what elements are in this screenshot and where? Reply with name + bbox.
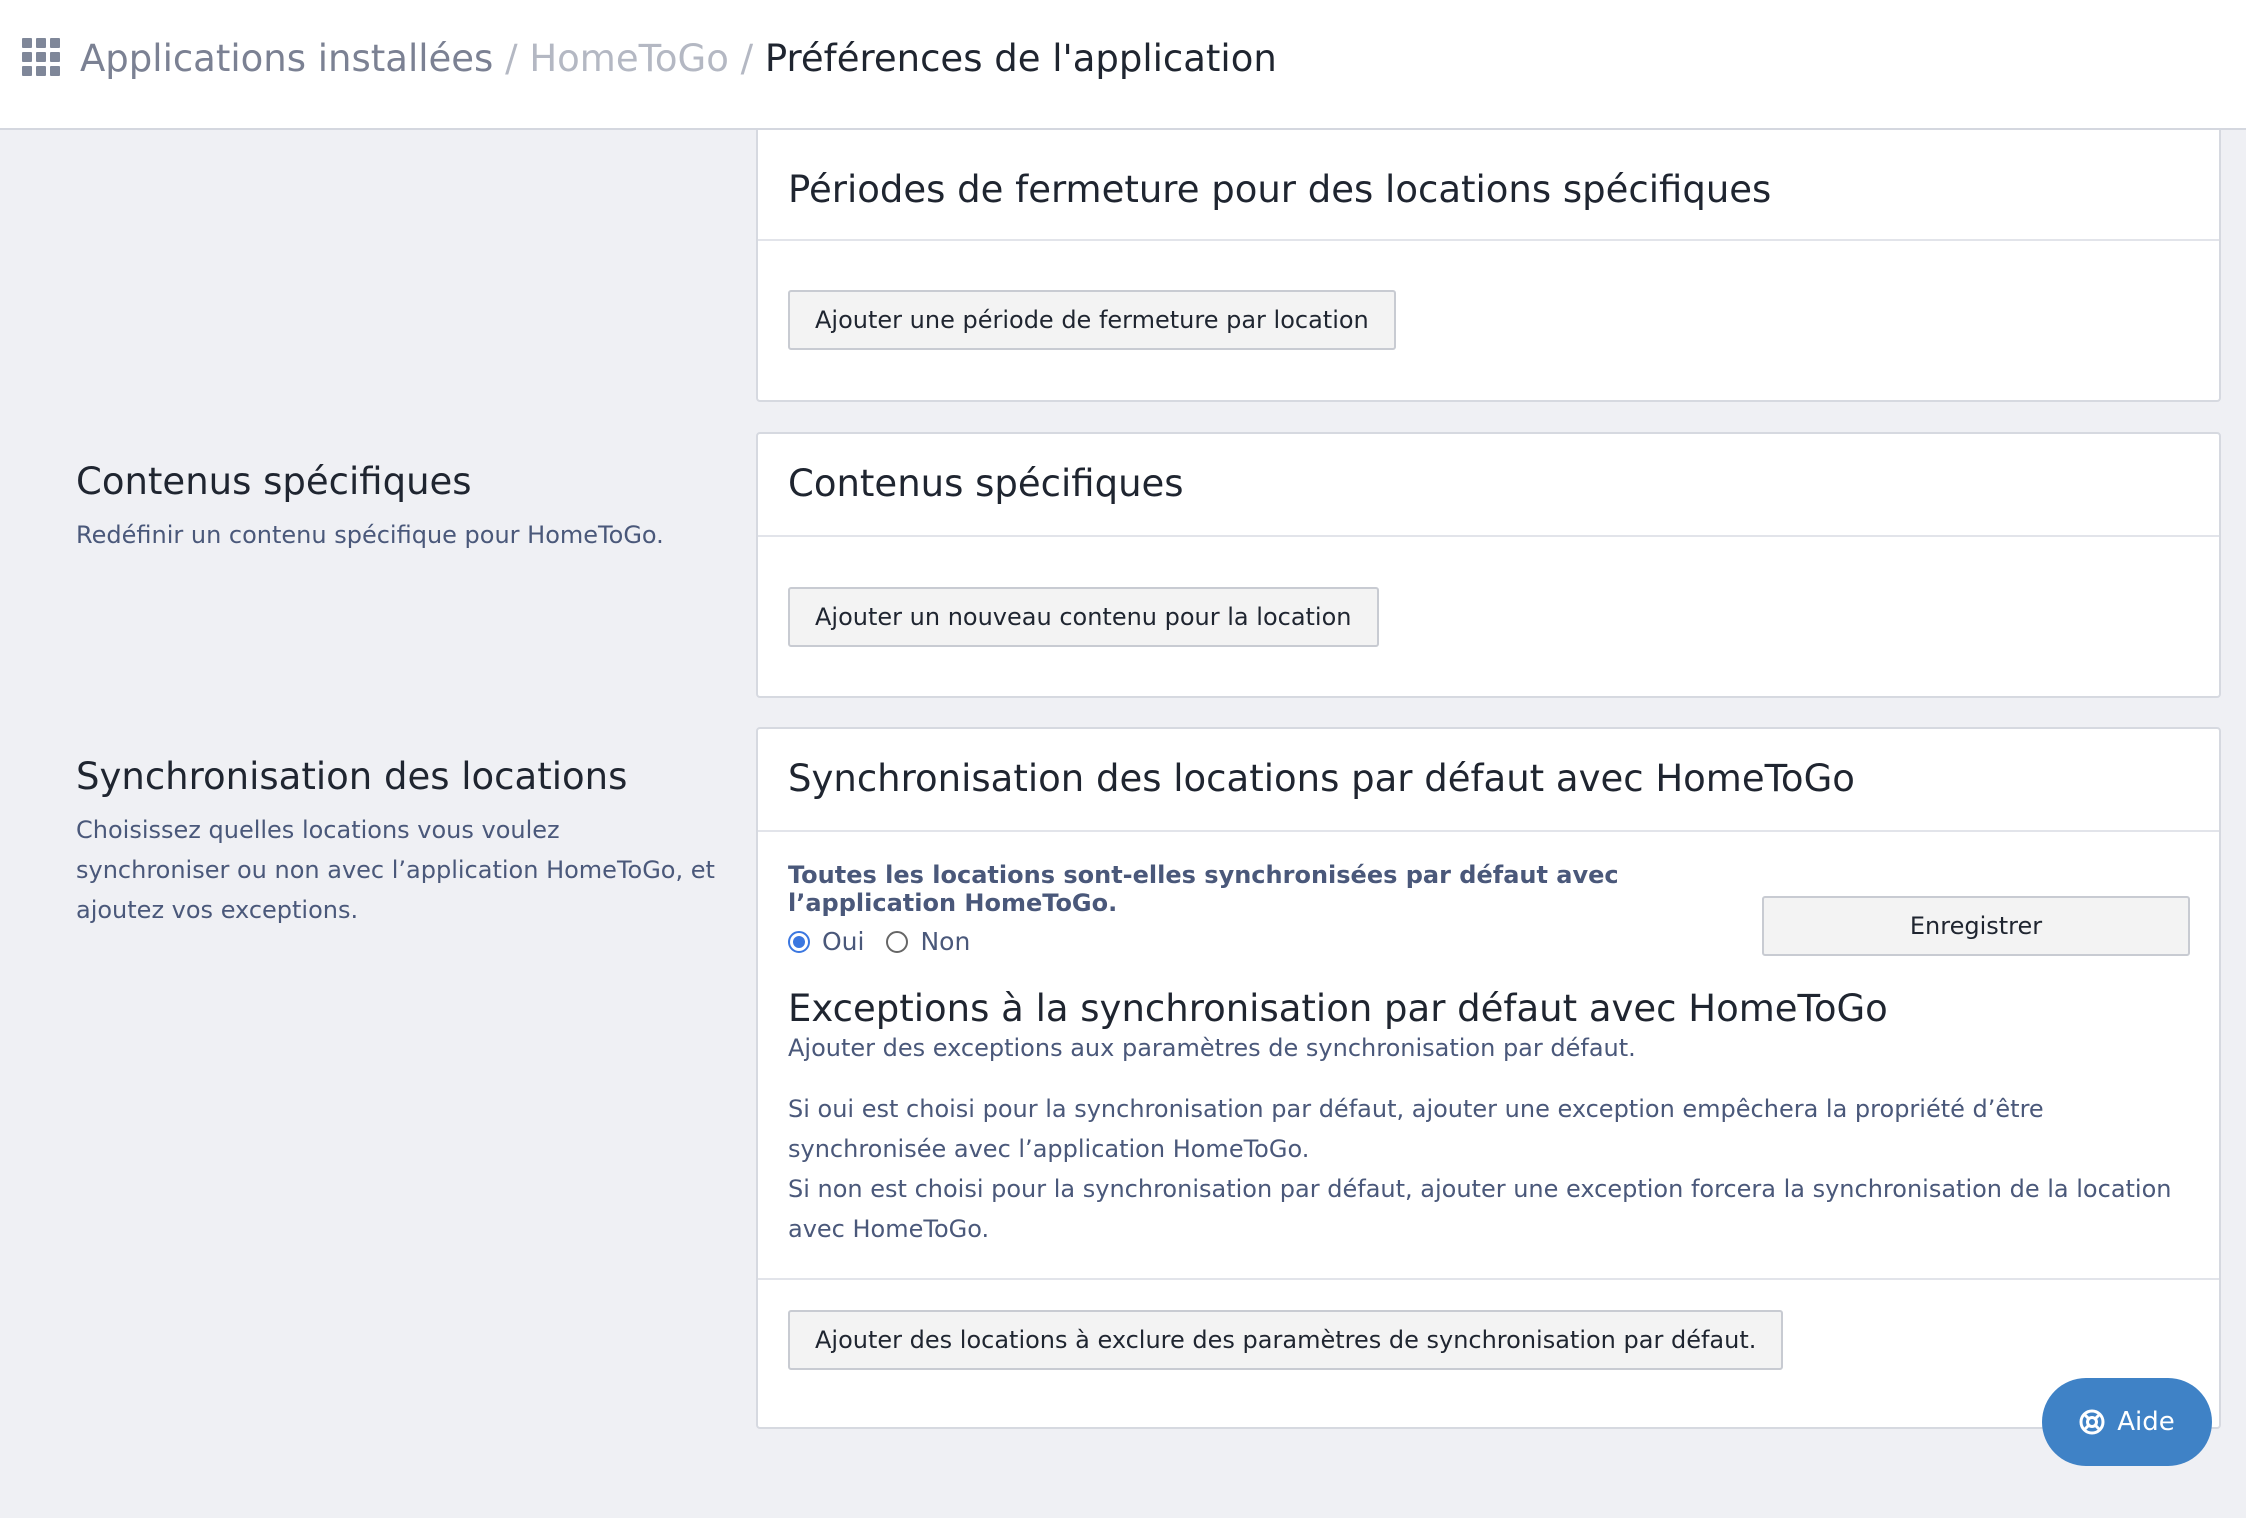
specific-content-title: Contenus spécifiques	[788, 462, 1184, 505]
radio-no-label[interactable]: Non	[920, 927, 970, 956]
breadcrumb-separator: /	[740, 37, 754, 80]
sync-default-question: Toutes les locations sont-elles synchron…	[788, 861, 1619, 917]
sync-left-title: Synchronisation des locations	[76, 755, 628, 798]
radio-yes[interactable]	[788, 930, 810, 953]
breadcrumb: Applications installées / HomeToGo / Pré…	[80, 34, 1277, 84]
specific-content-left-title: Contenus spécifiques	[76, 460, 472, 503]
lifebuoy-icon	[2079, 1409, 2105, 1435]
help-label: Aide	[2117, 1407, 2175, 1437]
sync-header: Synchronisation des locations par défaut…	[758, 729, 2219, 832]
add-exclusions-button[interactable]: Ajouter des locations à exclure des para…	[788, 1310, 1784, 1370]
breadcrumb-separator: /	[505, 37, 518, 80]
exceptions-title: Exceptions à la synchronisation par défa…	[788, 987, 1888, 1030]
add-closure-period-button[interactable]: Ajouter une période de fermeture par loc…	[788, 290, 1396, 350]
top-bar: Applications installées / HomeToGo / Pré…	[0, 0, 2246, 130]
sync-card: Synchronisation des locations par défaut…	[756, 727, 2221, 1429]
sync-card-title: Synchronisation des locations par défaut…	[788, 757, 1855, 800]
radio-yes-label[interactable]: Oui	[822, 927, 864, 956]
sync-intro: Synchronisation des locations Choisissez…	[76, 752, 716, 930]
specific-content-left-desc: Redéfinir un contenu spécifique pour Hom…	[76, 521, 664, 549]
exceptions-desc-yes: Si oui est choisi pour la synchronisatio…	[788, 1095, 2044, 1163]
sync-radio-group: Oui Non	[788, 927, 1748, 956]
sync-divider	[758, 1278, 2219, 1280]
specific-content-intro: Contenus spécifiques Redéfinir un conten…	[76, 457, 716, 555]
sync-left-desc: Choisissez quelles locations vous voulez…	[76, 816, 715, 924]
add-content-button[interactable]: Ajouter un nouveau contenu pour la locat…	[788, 587, 1379, 647]
breadcrumb-installed-apps[interactable]: Applications installées	[80, 37, 493, 80]
page-title: Préférences de l'application	[764, 37, 1277, 80]
radio-no[interactable]	[886, 930, 909, 953]
exceptions-subtitle: Ajouter des exceptions aux paramètres de…	[788, 1034, 1636, 1062]
specific-content-header: Contenus spécifiques	[758, 434, 2219, 537]
breadcrumb-hometogo[interactable]: HomeToGo	[529, 37, 729, 80]
exceptions-desc-no: Si non est choisi pour la synchronisatio…	[788, 1175, 2172, 1243]
help-button[interactable]: Aide	[2042, 1378, 2212, 1466]
closure-periods-title: Périodes de fermeture pour des locations…	[788, 168, 1772, 211]
specific-content-card: Contenus spécifiques Ajouter un nouveau …	[756, 432, 2221, 698]
save-button[interactable]: Enregistrer	[1762, 896, 2190, 956]
apps-grid-icon[interactable]	[22, 38, 60, 76]
